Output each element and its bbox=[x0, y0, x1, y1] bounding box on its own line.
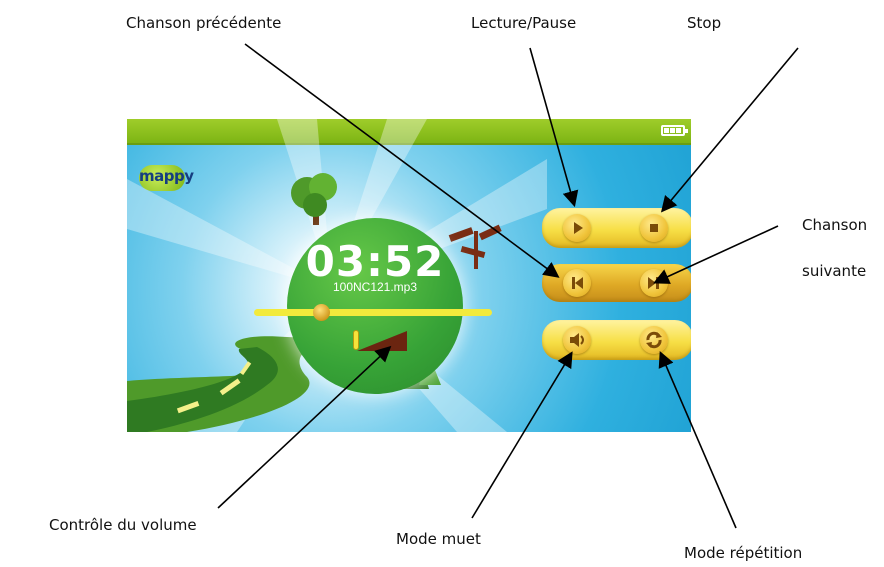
annotation-arrows bbox=[217, 43, 799, 529]
arrow-previous-song bbox=[244, 43, 560, 278]
arrow-play bbox=[529, 47, 579, 208]
arrow-volume bbox=[217, 345, 392, 509]
arrow-repeat bbox=[658, 351, 737, 529]
arrow-mute bbox=[471, 351, 573, 519]
arrow-next-song bbox=[653, 225, 779, 284]
arrow-stop bbox=[660, 47, 799, 213]
